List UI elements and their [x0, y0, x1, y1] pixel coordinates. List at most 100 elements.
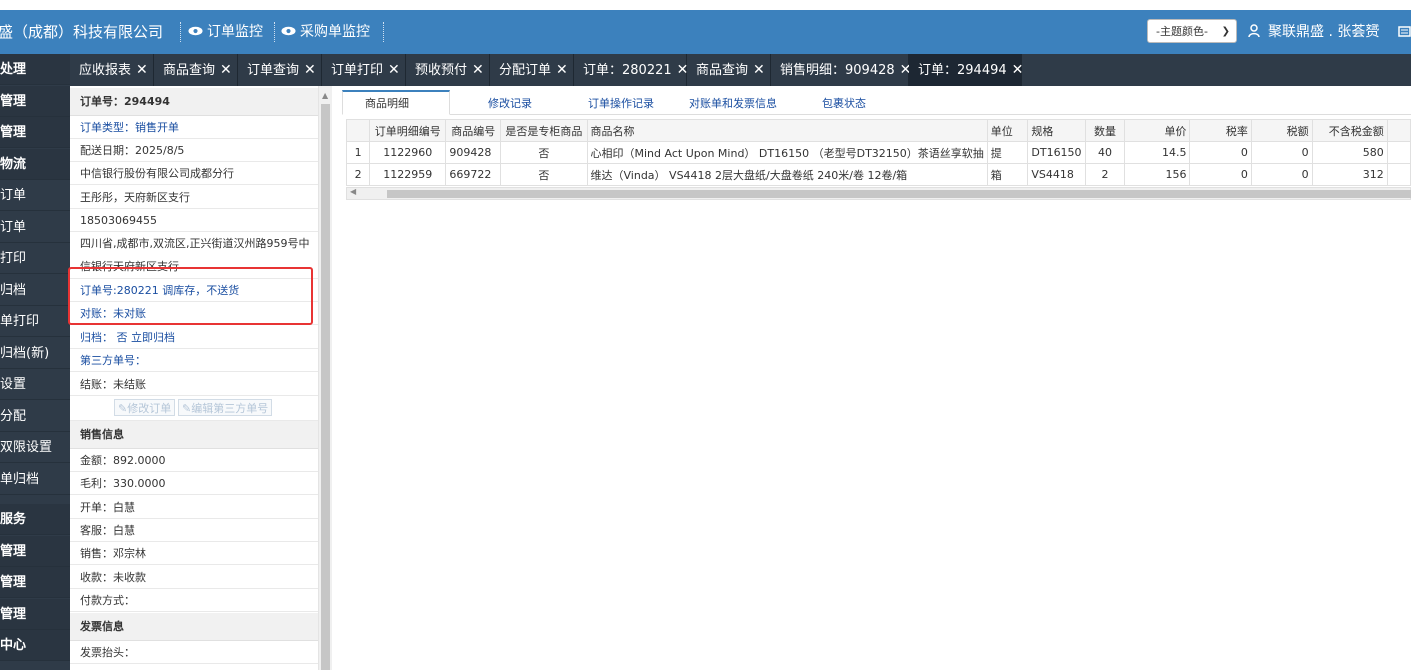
- sidebar-item[interactable]: 归档: [0, 275, 70, 306]
- scrollbar-thumb[interactable]: [387, 190, 1411, 198]
- eye-icon: [188, 26, 203, 36]
- quantity: 40: [1084, 141, 1126, 164]
- spec: DT16150: [1027, 141, 1086, 164]
- sidebar-item[interactable]: 分配: [0, 401, 70, 432]
- order-monitor-link[interactable]: 订单监控: [188, 10, 263, 54]
- purchase-monitor-link[interactable]: 采购单监控: [281, 10, 370, 54]
- sidebar-item[interactable]: 订单: [0, 212, 70, 243]
- app-header: 盛（成都）科技有限公司 订单监控 采购单监控 -主题颜色- ❯ 聚联鼎盛 . 张…: [0, 10, 1411, 54]
- tab-order-294494[interactable]: 订单：294494 ✕: [909, 54, 1024, 86]
- user-icon: [1248, 23, 1260, 37]
- column-header: [1386, 119, 1411, 142]
- column-header[interactable]: 商品名称: [586, 119, 988, 142]
- top-strip: [0, 0, 1411, 10]
- tab-order-280221[interactable]: 订单：280221 ✕: [574, 54, 688, 86]
- chevron-down-icon: ❯: [1221, 26, 1230, 37]
- sidebar-item[interactable]: 管理: [0, 86, 70, 117]
- sidebar-item[interactable]: 服务: [0, 504, 70, 535]
- third-party-number: 第三方单号：: [70, 349, 318, 372]
- user-menu[interactable]: 聚联鼎盛 . 张荟赟: [1248, 10, 1379, 54]
- sidebar-item[interactable]: 管理: [0, 536, 70, 567]
- close-icon[interactable]: ✕: [753, 54, 765, 86]
- tab-product-detail[interactable]: 商品明细: [342, 90, 450, 115]
- product-name-link[interactable]: 心相印（Mind Act Upon Mind） DT16150 （老型号DT32…: [586, 141, 988, 164]
- header-divider: [180, 22, 182, 42]
- theme-color-select[interactable]: -主题颜色- ❯: [1147, 19, 1237, 43]
- sidebar-item[interactable]: 物流: [0, 149, 70, 180]
- column-header[interactable]: 单价: [1124, 119, 1191, 142]
- row-index: 2: [345, 163, 371, 186]
- sidebar-item[interactable]: 订单: [0, 180, 70, 211]
- table-header-row: 订单明细编号 商品编号 是否是专柜商品 商品名称 单位 规格 数量 单价 税率 …: [345, 119, 1411, 142]
- table-row[interactable]: 2 1122959 669722 否 维达（Vinda） VS4418 2层大盘…: [345, 163, 1411, 186]
- tab-product-query-2[interactable]: 商品查询 ✕: [687, 54, 771, 86]
- archive-status[interactable]: 归档： 否 立即归档: [70, 326, 318, 349]
- close-icon[interactable]: ✕: [304, 54, 316, 86]
- column-header[interactable]: 单位: [986, 119, 1029, 142]
- column-header[interactable]: 税额: [1250, 119, 1313, 142]
- close-icon[interactable]: ✕: [1012, 54, 1024, 86]
- sidebar-item[interactable]: 管理: [0, 599, 70, 630]
- logout-icon[interactable]: [1398, 25, 1411, 41]
- sidebar-item[interactable]: 单归档: [0, 464, 70, 495]
- tab-statement-invoice[interactable]: 对账单和发票信息: [689, 93, 777, 115]
- tab-modify-history[interactable]: 修改记录: [488, 93, 532, 115]
- tax-rate: 0: [1189, 163, 1252, 186]
- tab-order-operation-log[interactable]: 订单操作记录: [588, 93, 654, 115]
- payment-method: 付款方式：: [70, 589, 318, 612]
- tab-product-query[interactable]: 商品查询 ✕: [154, 54, 238, 86]
- tab-assign-order[interactable]: 分配订单 ✕: [490, 54, 574, 86]
- column-header[interactable]: 订单明细编号: [369, 119, 447, 142]
- amount-excl-tax: 312: [1311, 163, 1388, 186]
- tab-prepay[interactable]: 预收预付 ✕: [406, 54, 490, 86]
- sidebar-item[interactable]: 归档(新): [0, 338, 70, 369]
- table-row[interactable]: 1 1122960 909428 否 心相印（Mind Act Upon Min…: [345, 141, 1411, 164]
- scroll-left-icon[interactable]: ◀: [350, 187, 356, 196]
- product-name-link[interactable]: 维达（Vinda） VS4418 2层大盘纸/大盘卷纸 240米/卷 12卷/箱: [586, 163, 988, 186]
- tab-order-print[interactable]: 订单打印 ✕: [322, 54, 406, 86]
- sidebar-item[interactable]: 设置: [0, 369, 70, 400]
- sidebar-item[interactable]: 中心: [0, 630, 70, 661]
- eye-icon: [281, 26, 296, 36]
- table-horizontal-scrollbar[interactable]: ◀: [346, 187, 1411, 200]
- sidebar-item[interactable]: 管理: [0, 117, 70, 148]
- tab-receivable-report[interactable]: 应收报表 ✕: [70, 54, 154, 86]
- close-icon[interactable]: ✕: [556, 54, 568, 86]
- edit-third-party-button[interactable]: ✎编辑第三方单号: [178, 399, 273, 416]
- close-icon[interactable]: ✕: [220, 54, 232, 86]
- empty-cell: [1386, 141, 1411, 164]
- column-header[interactable]: 数量: [1084, 119, 1126, 142]
- sidebar-item[interactable]: 打印: [0, 243, 70, 274]
- invoice-info-header: 发票信息: [70, 613, 318, 641]
- sidebar-item[interactable]: 单打印: [0, 306, 70, 337]
- column-header: [345, 119, 371, 142]
- empty-cell: [1386, 163, 1411, 186]
- column-header[interactable]: 是否是专柜商品: [500, 119, 588, 142]
- tab-order-query[interactable]: 订单查询 ✕: [238, 54, 322, 86]
- purchase-monitor-label: 采购单监控: [300, 24, 370, 40]
- sidebar: 处理 管理 管理 物流 订单 订单 打印 归档 单打印 归档(新) 设置 分配 …: [0, 54, 70, 670]
- column-header[interactable]: 税率: [1189, 119, 1252, 142]
- close-icon[interactable]: ✕: [136, 54, 148, 86]
- sidebar-item[interactable]: 处理: [0, 54, 70, 85]
- close-icon[interactable]: ✕: [388, 54, 400, 86]
- sidebar-item[interactable]: 双限设置: [0, 432, 70, 463]
- sales-service: 客服：白慧: [70, 519, 318, 542]
- sidebar-item[interactable]: 管理: [0, 567, 70, 598]
- product-code-link[interactable]: 669722: [445, 163, 502, 186]
- close-icon[interactable]: ✕: [472, 54, 484, 86]
- customer-contact: 王彤彤，天府新区支行: [70, 186, 318, 209]
- content-tabs: 商品明细 修改记录 订单操作记录 对账单和发票信息 包裹状态: [342, 90, 1411, 115]
- product-code-link[interactable]: 909428: [445, 141, 502, 164]
- left-panel-scrollbar[interactable]: ▲: [318, 86, 332, 670]
- column-header[interactable]: 不含税金额: [1311, 119, 1388, 142]
- customer-phone: 18503069455: [70, 209, 318, 232]
- edit-order-button[interactable]: ✎修改订单: [114, 399, 176, 416]
- tab-package-status[interactable]: 包裹状态: [822, 93, 866, 115]
- scrollbar-thumb[interactable]: [321, 104, 330, 670]
- column-header[interactable]: 商品编号: [445, 119, 502, 142]
- column-header[interactable]: 规格: [1027, 119, 1086, 142]
- scroll-up-icon[interactable]: ▲: [322, 91, 328, 100]
- order-type: 订单类型：销售开单: [70, 116, 318, 139]
- tab-sales-detail-909428[interactable]: 销售明细：909428 ✕: [771, 54, 911, 86]
